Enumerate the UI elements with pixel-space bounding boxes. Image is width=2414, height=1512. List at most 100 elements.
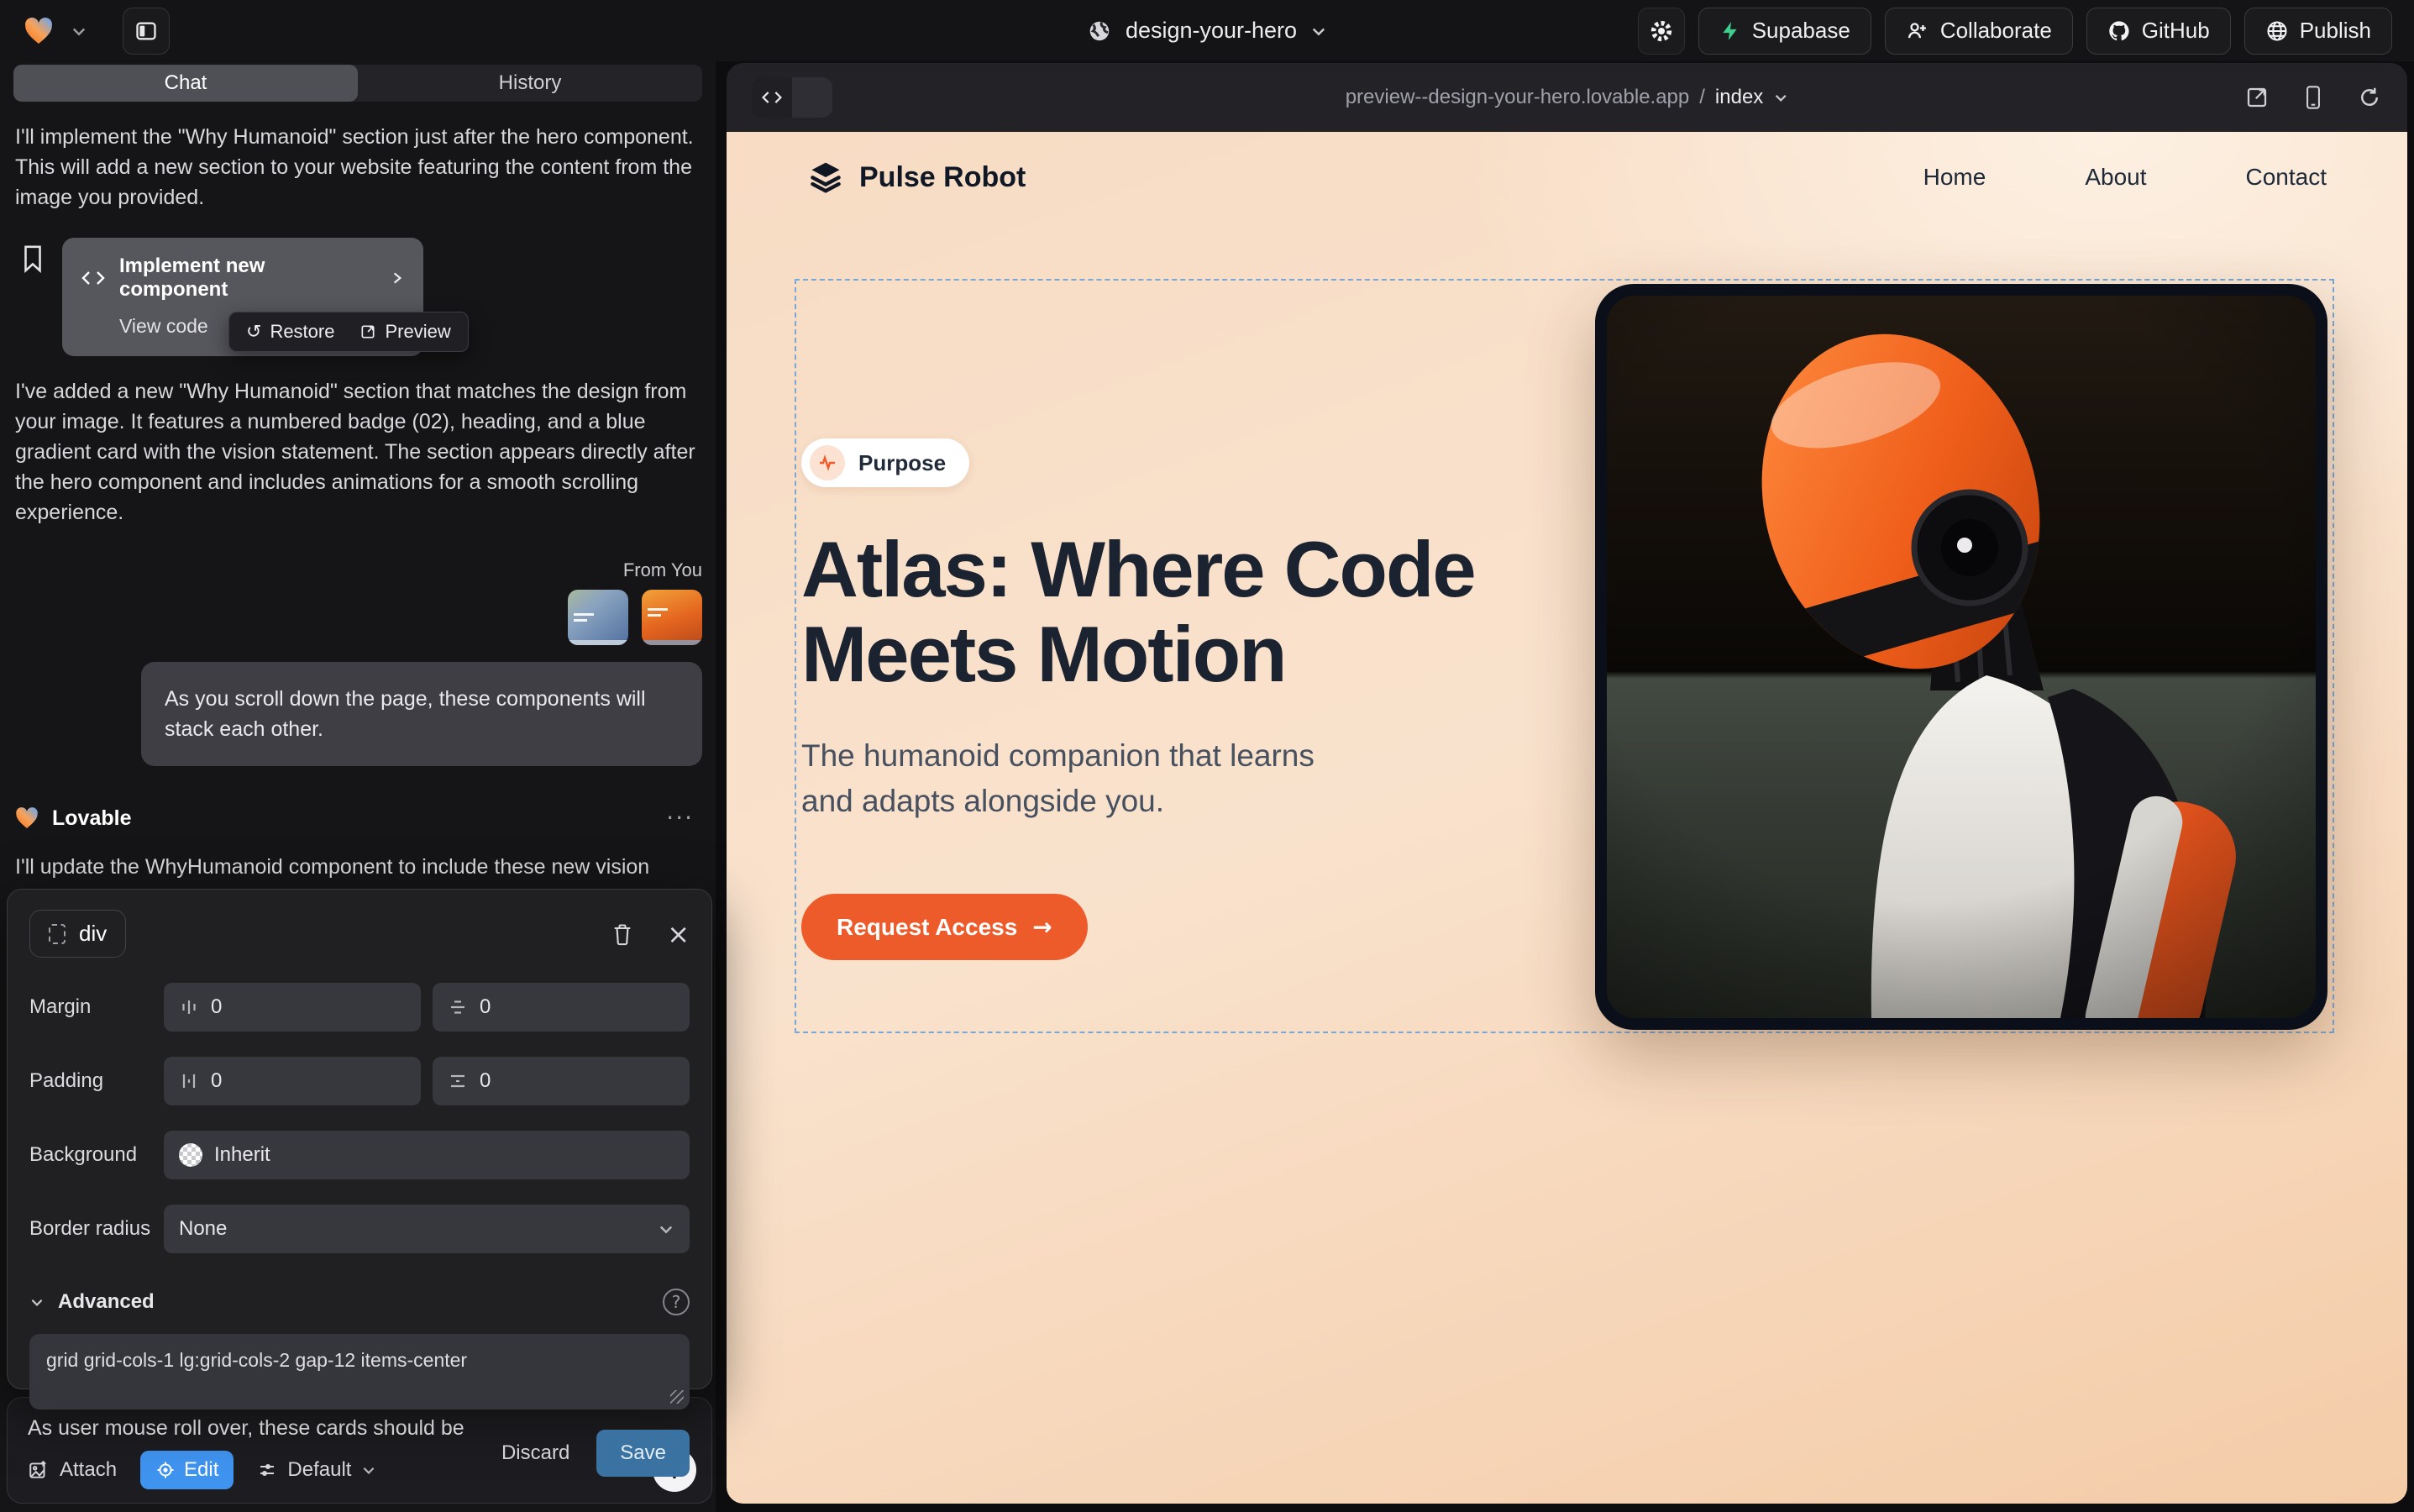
supabase-label: Supabase: [1752, 18, 1850, 44]
preview-host: preview--design-your-hero.lovable.app: [1346, 86, 1690, 109]
request-access-label: Request Access: [837, 914, 1017, 941]
delete-element-button[interactable]: [611, 922, 633, 946]
border-radius-value: None: [179, 1217, 227, 1241]
purpose-badge: Purpose: [801, 438, 969, 487]
settings-button[interactable]: [1638, 8, 1685, 55]
chat-history-tabs: Chat History: [13, 65, 702, 102]
tab-history[interactable]: History: [358, 65, 702, 102]
restore-button[interactable]: ↺ Restore: [246, 321, 334, 343]
padding-y-value: 0: [480, 1069, 491, 1093]
publish-button[interactable]: Publish: [2244, 8, 2392, 55]
project-name: design-your-hero: [1126, 18, 1297, 44]
project-switcher[interactable]: design-your-hero: [1087, 18, 1327, 44]
toggle-sidebar-button[interactable]: [123, 8, 170, 55]
open-in-new-tab-button[interactable]: [2244, 85, 2270, 110]
supabase-bolt-icon: [1719, 20, 1741, 42]
from-you-label: From You: [13, 559, 702, 581]
background-label: Background: [29, 1143, 164, 1167]
padding-vertical-icon: [448, 1071, 468, 1091]
supabase-button[interactable]: Supabase: [1698, 8, 1871, 55]
github-label: GitHub: [2142, 18, 2210, 44]
attachment-thumbnail-blue[interactable]: [568, 590, 628, 645]
selected-hero-section[interactable]: Purpose Atlas: Where Code Meets Motion T…: [795, 279, 2334, 1033]
background-row: Background Inherit: [29, 1131, 690, 1179]
padding-x-input[interactable]: 0: [164, 1057, 421, 1105]
site-brand[interactable]: Pulse Robot: [807, 159, 1026, 196]
margin-label: Margin: [29, 995, 164, 1019]
close-inspector-button[interactable]: ×: [667, 921, 690, 948]
gear-icon: [1649, 18, 1674, 44]
lovable-heart-logo[interactable]: [22, 14, 55, 48]
sidebar-panel-icon: [134, 19, 158, 43]
dashed-box-icon: [49, 924, 66, 944]
background-input[interactable]: Inherit: [164, 1131, 690, 1179]
preview-button[interactable]: Preview: [359, 321, 450, 343]
component-card-row: Implement new component View code ↺ Rest…: [13, 238, 702, 356]
code-preview-toggle[interactable]: [752, 77, 832, 118]
attachment-thumbnails: [13, 590, 702, 645]
publish-label: Publish: [2300, 18, 2371, 44]
component-card-wrap: Implement new component View code ↺ Rest…: [62, 238, 423, 356]
user-message-bubble: As you scroll down the page, these compo…: [141, 662, 702, 766]
lovable-heart-icon: [13, 805, 40, 832]
selected-element-chip[interactable]: div: [29, 910, 126, 958]
preview-frame: preview--design-your-hero.lovable.app / …: [727, 63, 2407, 1504]
save-button[interactable]: Save: [596, 1430, 690, 1477]
preview-toggle-segment[interactable]: [792, 77, 832, 118]
advanced-section-header[interactable]: Advanced ?: [29, 1289, 690, 1315]
robot-photo: [1607, 296, 2316, 1018]
path-separator: /: [1699, 86, 1705, 109]
padding-y-input[interactable]: 0: [433, 1057, 690, 1105]
chevron-down-icon: [29, 1294, 45, 1310]
attachment-thumbnail-orange[interactable]: [642, 590, 702, 645]
chevron-down-icon: [1310, 23, 1327, 39]
bookmark-icon[interactable]: [20, 244, 45, 356]
purpose-badge-label: Purpose: [858, 450, 946, 476]
padding-row: Padding 0 0: [29, 1057, 690, 1105]
preview-url[interactable]: preview--design-your-hero.lovable.app / …: [1346, 86, 1789, 109]
version-hover-tools: ↺ Restore Preview: [228, 312, 469, 352]
advanced-label: Advanced: [58, 1290, 155, 1314]
margin-x-value: 0: [211, 995, 222, 1019]
element-tag: div: [79, 921, 107, 947]
code-toggle-segment[interactable]: [752, 77, 792, 118]
hero-content: Purpose Atlas: Where Code Meets Motion T…: [801, 438, 1574, 960]
topbar-left: [22, 8, 170, 55]
assistant-name: Lovable: [52, 806, 131, 831]
refresh-icon: [2357, 85, 2382, 110]
border-radius-row: Border radius None: [29, 1205, 690, 1253]
phone-icon: [2301, 85, 2325, 110]
collaborate-button[interactable]: Collaborate: [1885, 8, 2073, 55]
nav-about[interactable]: About: [2085, 164, 2146, 191]
topbar-actions: Supabase Collaborate GitHub: [1638, 8, 2392, 55]
chevron-right-icon: [390, 270, 405, 286]
github-button[interactable]: GitHub: [2086, 8, 2231, 55]
chevron-down-icon: [1773, 90, 1788, 105]
more-options-button[interactable]: ···: [666, 810, 694, 827]
site-brand-name: Pulse Robot: [859, 161, 1026, 194]
component-card-title: Implement new component: [119, 255, 376, 302]
tab-chat[interactable]: Chat: [13, 65, 358, 102]
border-radius-select[interactable]: None: [164, 1205, 690, 1253]
padding-horizontal-icon: [179, 1071, 199, 1091]
chevron-down-icon: [658, 1221, 674, 1237]
collaborate-label: Collaborate: [1940, 18, 2052, 44]
margin-vertical-icon: [448, 997, 468, 1017]
refresh-button[interactable]: [2357, 85, 2382, 110]
help-icon[interactable]: ?: [663, 1289, 690, 1315]
preview-label: Preview: [385, 321, 450, 343]
mobile-view-button[interactable]: [2301, 85, 2325, 110]
margin-x-input[interactable]: 0: [164, 983, 421, 1032]
nav-home[interactable]: Home: [1923, 164, 1986, 191]
request-access-button[interactable]: Request Access →: [801, 894, 1088, 960]
margin-y-input[interactable]: 0: [433, 983, 690, 1032]
nav-contact[interactable]: Contact: [2246, 164, 2327, 191]
style-inspector-panel: div × Margin: [7, 889, 712, 1389]
assistant-message: I've added a new "Why Humanoid" section …: [15, 376, 701, 528]
transparency-swatch-icon: [179, 1143, 202, 1167]
add-user-icon: [1906, 19, 1929, 43]
classes-textarea[interactable]: grid grid-cols-1 lg:grid-cols-2 gap-12 i…: [29, 1334, 690, 1410]
discard-button[interactable]: Discard: [501, 1441, 569, 1465]
chevron-down-icon[interactable]: [71, 23, 87, 39]
preview-page: index: [1715, 86, 1763, 109]
